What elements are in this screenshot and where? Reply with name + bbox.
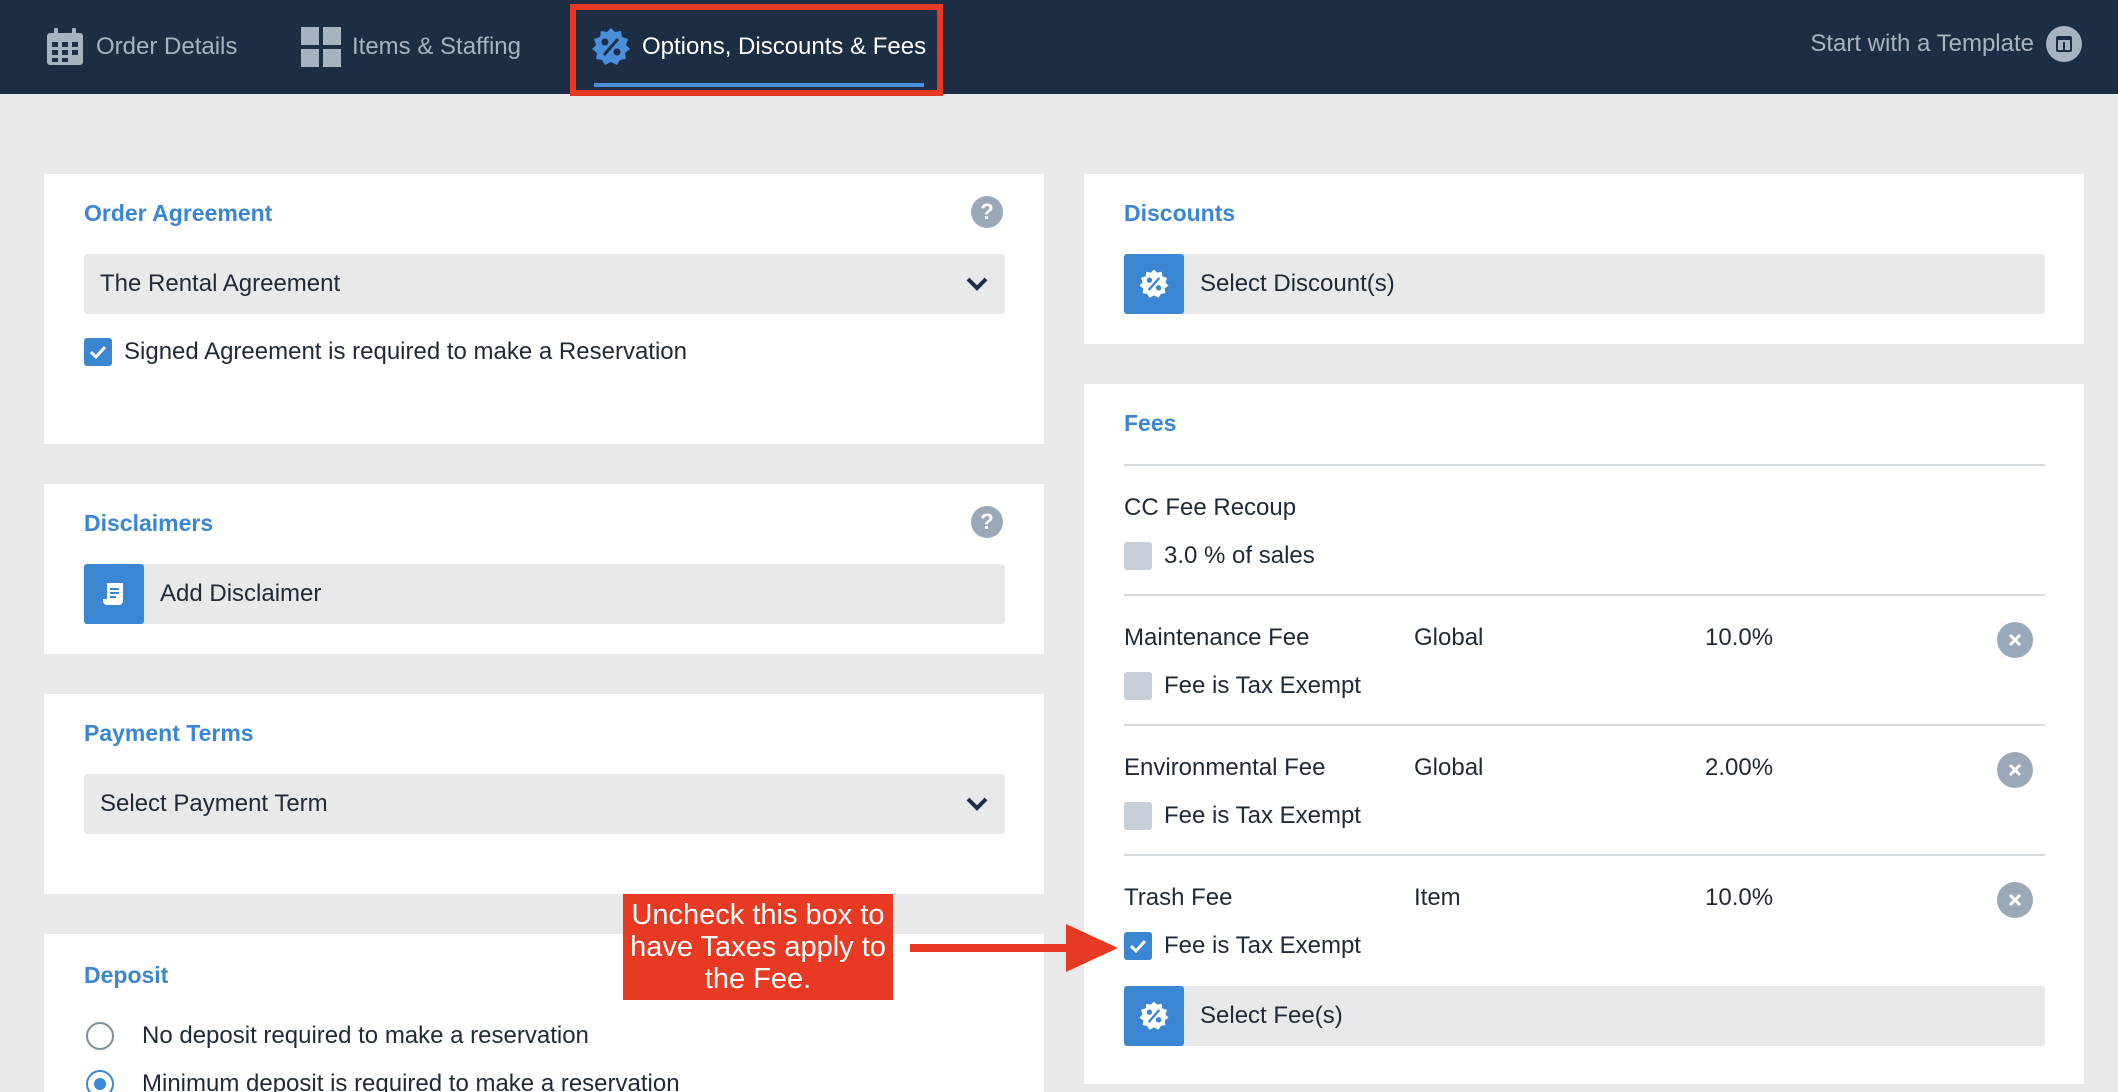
chevron-down-icon xyxy=(966,797,988,811)
order-agreement-title: Order Agreement xyxy=(84,200,273,226)
payment-term-placeholder: Select Payment Term xyxy=(100,790,328,817)
tax-exempt-label: Fee is Tax Exempt xyxy=(1164,802,1361,829)
tax-exempt-label: Fee is Tax Exempt xyxy=(1164,672,1361,699)
tab-items-staffing[interactable]: Items & Staffing xyxy=(300,0,521,94)
help-icon[interactable]: ? xyxy=(971,506,1003,538)
deposit-option-label: No deposit required to make a reservatio… xyxy=(142,1022,589,1049)
deposit-title: Deposit xyxy=(84,962,169,988)
divider xyxy=(1124,724,2045,726)
fee-scope: Global xyxy=(1414,754,1484,781)
divider xyxy=(1124,594,2045,596)
tab-highlight-box xyxy=(570,4,943,96)
annotation-callout: Uncheck this box to have Taxes apply to … xyxy=(623,894,893,1000)
signed-agreement-label: Signed Agreement is required to make a R… xyxy=(124,338,687,365)
add-disclaimer-label: Add Disclaimer xyxy=(160,580,322,607)
scroll-icon xyxy=(84,564,144,624)
deposit-option-label: Minimum deposit is required to make a re… xyxy=(142,1070,680,1092)
fees-card: Fees CC Fee Recoup 3.0 % of sales Mainte… xyxy=(1084,384,2084,1084)
cc-fee-checkbox[interactable] xyxy=(1124,542,1152,570)
agreement-select[interactable]: The Rental Agreement xyxy=(84,254,1005,314)
disclaimers-title: Disclaimers xyxy=(84,510,214,536)
close-icon xyxy=(2008,633,2022,647)
chevron-down-icon xyxy=(966,277,988,291)
tax-exempt-checkbox[interactable] xyxy=(1124,672,1152,700)
disclaimers-card: Disclaimers ? Add Disclaimer xyxy=(44,484,1044,654)
deposit-option-radio[interactable] xyxy=(86,1070,114,1092)
select-discounts-label: Select Discount(s) xyxy=(1200,270,1395,297)
payment-term-select[interactable]: Select Payment Term xyxy=(84,774,1005,834)
checkmark-icon xyxy=(89,345,107,360)
fee-amount: 2.00% xyxy=(1705,754,1774,781)
calendar-icon xyxy=(44,26,86,68)
add-disclaimer-button[interactable]: Add Disclaimer xyxy=(84,564,1005,624)
fee-name: Environmental Fee xyxy=(1124,754,1326,781)
checkmark-icon xyxy=(1129,939,1147,954)
deposit-option-radio[interactable] xyxy=(86,1022,114,1050)
grid-icon xyxy=(300,26,342,68)
discounts-title: Discounts xyxy=(1124,200,1236,226)
fee-name: Trash Fee xyxy=(1124,884,1233,911)
annotation-arrow-icon xyxy=(910,924,1118,972)
remove-fee-button[interactable] xyxy=(1997,622,2033,658)
template-icon xyxy=(2046,26,2082,62)
tab-label: Order Details xyxy=(96,33,238,60)
fee-name: CC Fee Recoup xyxy=(1124,494,1297,521)
close-icon xyxy=(2008,763,2022,777)
fee-scope: Global xyxy=(1414,624,1484,651)
payment-terms-title: Payment Terms xyxy=(84,720,254,746)
fee-name: Maintenance Fee xyxy=(1124,624,1310,651)
agreement-select-value: The Rental Agreement xyxy=(100,270,341,297)
divider xyxy=(1124,854,2045,856)
tax-exempt-checkbox[interactable] xyxy=(1124,932,1152,960)
select-fees-label: Select Fee(s) xyxy=(1200,1002,1343,1029)
percent-badge-icon xyxy=(1124,254,1184,314)
fees-title: Fees xyxy=(1124,410,1177,436)
close-icon xyxy=(2008,893,2022,907)
tab-label: Items & Staffing xyxy=(352,33,521,60)
help-icon[interactable]: ? xyxy=(971,196,1003,228)
top-nav: Order Details Items & Staffing Options, … xyxy=(0,0,2118,96)
order-agreement-card: Order Agreement ? The Rental Agreement S… xyxy=(44,174,1044,444)
tax-exempt-checkbox[interactable] xyxy=(1124,802,1152,830)
discounts-card: Discounts Select Discount(s) xyxy=(1084,174,2084,344)
fee-amount: 10.0% xyxy=(1705,624,1774,651)
start-template-button[interactable]: Start with a Template xyxy=(1810,26,2082,62)
percent-badge-icon xyxy=(1124,986,1184,1046)
remove-fee-button[interactable] xyxy=(1997,752,2033,788)
deposit-card: Deposit No deposit required to make a re… xyxy=(44,934,1044,1092)
tab-order-details[interactable]: Order Details xyxy=(44,0,237,94)
divider xyxy=(1124,464,2045,466)
remove-fee-button[interactable] xyxy=(1997,882,2033,918)
template-label: Start with a Template xyxy=(1810,30,2034,57)
fee-scope: Item xyxy=(1414,884,1461,911)
select-discounts-button[interactable]: Select Discount(s) xyxy=(1124,254,2045,314)
payment-terms-card: Payment Terms Select Payment Term xyxy=(44,694,1044,894)
fee-amount: 10.0% xyxy=(1705,884,1774,911)
select-fees-button[interactable]: Select Fee(s) xyxy=(1124,986,2045,1046)
signed-agreement-checkbox[interactable] xyxy=(84,338,112,366)
tax-exempt-label: Fee is Tax Exempt xyxy=(1164,932,1361,959)
cc-fee-checkbox-label: 3.0 % of sales xyxy=(1164,542,1315,569)
